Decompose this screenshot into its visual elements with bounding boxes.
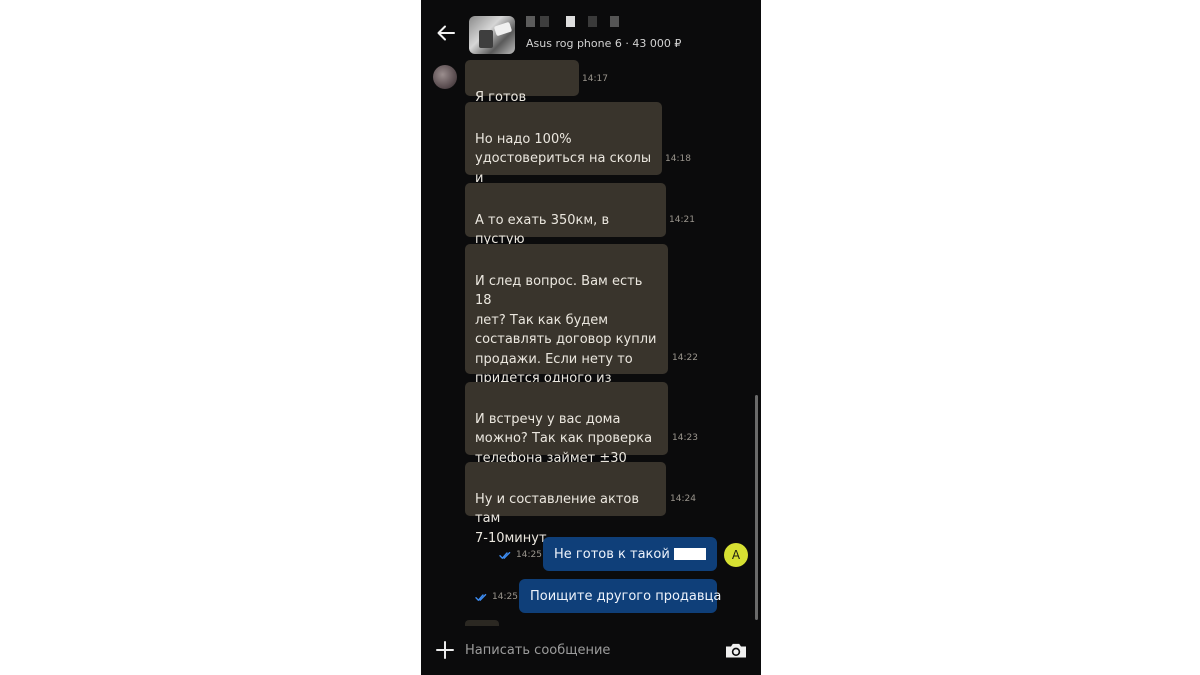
outgoing-message: Не готов к такой xyxy=(543,537,717,571)
message-text: Не готов к такой xyxy=(554,546,670,562)
double-check-icon xyxy=(499,551,511,559)
back-arrow-icon[interactable] xyxy=(435,22,457,44)
scrollbar[interactable] xyxy=(755,395,758,620)
message-time: 14:23 xyxy=(672,433,698,443)
message-meta: 14:25 xyxy=(475,592,518,602)
message-input[interactable] xyxy=(465,639,695,661)
message-time: 14:25 xyxy=(492,592,518,602)
double-check-icon xyxy=(475,593,487,601)
listing-title[interactable]: Asus rog phone 6 · 43 000 ₽ xyxy=(526,37,681,50)
message-time: 14:17 xyxy=(582,74,608,84)
incoming-message: Я готов купить xyxy=(465,60,579,124)
incoming-message: Но надо 100% удостовериться на сколы и п… xyxy=(465,102,662,205)
message-time: 14:22 xyxy=(672,353,698,363)
composer xyxy=(421,626,761,675)
message-time: 14:18 xyxy=(665,154,691,164)
message-time: 14:21 xyxy=(669,215,695,225)
camera-icon[interactable] xyxy=(724,640,748,660)
plus-icon[interactable] xyxy=(435,640,455,660)
seller-avatar[interactable] xyxy=(433,65,457,89)
message-text: Поищите другого продавца xyxy=(530,588,722,604)
contact-name-censored xyxy=(526,16,626,30)
incoming-message: И след вопрос. Вам есть 18 лет? Так как … xyxy=(465,244,668,406)
incoming-message: И встречу у вас дома можно? Так как пров… xyxy=(465,382,668,485)
message-meta: 14:25 xyxy=(499,550,542,560)
my-avatar[interactable]: A xyxy=(724,543,748,567)
incoming-message: Ну и составление актов там 7-10минут xyxy=(465,462,666,546)
message-time: 14:25 xyxy=(516,550,542,560)
incoming-message: А то ехать 350км, в пустую не хочется xyxy=(465,183,666,267)
chat-screen: Asus rog phone 6 · 43 000 ₽ Я готов купи… xyxy=(421,0,761,675)
message-time: 14:24 xyxy=(670,494,696,504)
outgoing-message: Поищите другого продавца xyxy=(519,579,721,613)
censored-word xyxy=(673,548,706,560)
listing-thumbnail[interactable] xyxy=(469,16,515,54)
